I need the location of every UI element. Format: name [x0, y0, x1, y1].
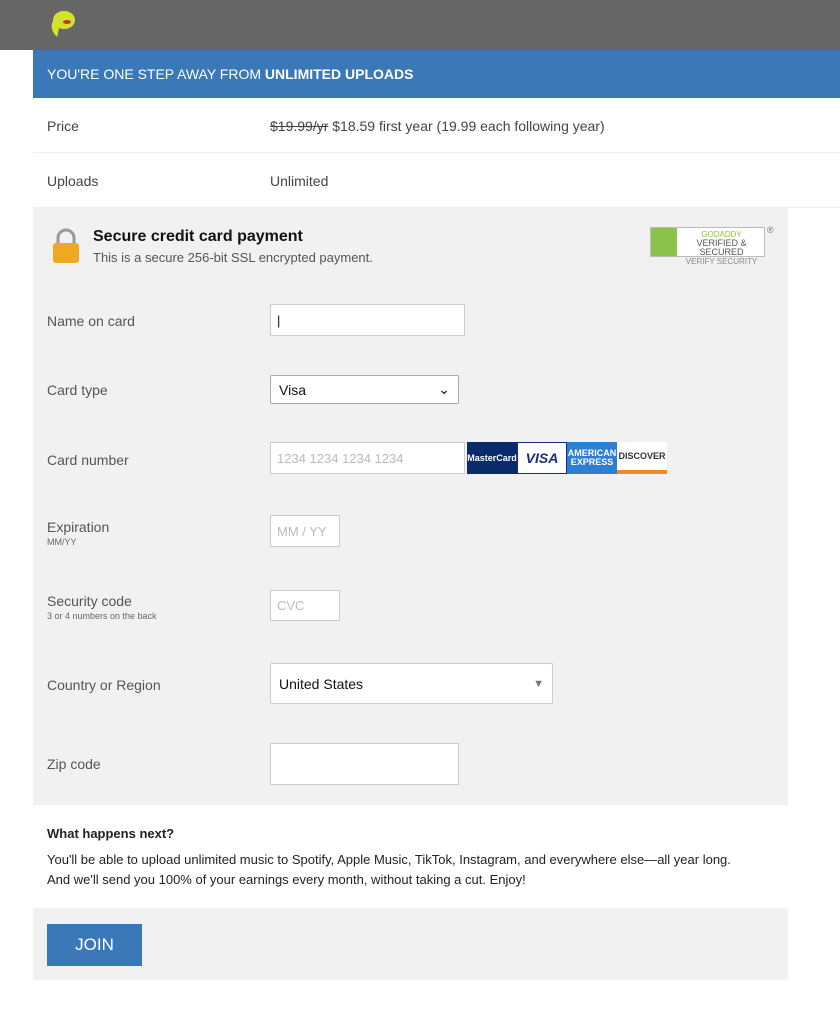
name-label: Name on card [47, 313, 135, 329]
chevron-down-icon: ⌄ [438, 381, 450, 397]
uploads-label: Uploads [47, 173, 99, 189]
card-type-label: Card type [47, 382, 108, 398]
cvc-input[interactable]: CVC [270, 590, 340, 621]
card-logos: MasterCard VISA AMERICAN EXPRESS DISCOVE… [467, 442, 667, 474]
card-number-input[interactable]: 1234 1234 1234 1234 [270, 442, 465, 474]
amex-icon: AMERICAN EXPRESS [567, 442, 617, 474]
payment-panel: Secure credit card payment This is a sec… [33, 208, 788, 805]
card-type-value: Visa [279, 381, 306, 398]
join-button[interactable]: JOIN [47, 924, 142, 966]
caret-down-icon: ▼ [533, 677, 544, 690]
card-type-select[interactable]: Visa ⌄ [270, 375, 459, 404]
card-number-label: Card number [47, 452, 129, 468]
country-select[interactable]: United States ▼ [270, 663, 553, 704]
expiration-text: Expiration [47, 519, 110, 535]
registered-mark: ® [767, 225, 774, 235]
badge-sub: VERIFY SECURITY [685, 257, 758, 266]
logo-icon[interactable] [47, 9, 77, 41]
security-code-label: Security code 3 or 4 numbers on the back [47, 593, 157, 621]
country-value: United States [279, 675, 364, 692]
price-label: Price [47, 118, 79, 134]
next-line-1: You'll be able to upload unlimited music… [47, 852, 731, 867]
country-label: Country or Region [47, 677, 161, 693]
cvc-placeholder: CVC [277, 598, 305, 613]
uploads-row: Uploads Unlimited [33, 153, 840, 208]
what-happens-next: What happens next? You'll be able to upl… [47, 826, 731, 890]
new-price: $18.59 first year (19.99 each following … [328, 118, 605, 134]
secure-title: Secure credit card payment [93, 228, 303, 245]
promo-banner: YOU'RE ONE STEP AWAY FROM UNLIMITED UPLO… [33, 50, 840, 98]
price-row: Price $19.99/yr $18.59 first year (19.99… [33, 98, 840, 153]
expiration-input[interactable]: MM / YY [270, 515, 340, 547]
expiration-label: Expiration MM/YY [47, 519, 109, 547]
shield-lock-icon [651, 228, 677, 256]
banner-text: YOU'RE ONE STEP AWAY FROM [47, 66, 265, 82]
name-on-card-input[interactable]: | [270, 304, 465, 336]
banner-highlight: UNLIMITED UPLOADS [264, 66, 414, 82]
security-text: Security code [47, 593, 132, 609]
zip-input[interactable] [270, 743, 459, 785]
lock-icon [53, 228, 79, 263]
next-title: What happens next? [47, 826, 175, 841]
secure-subtitle: This is a secure 256-bit SSL encrypted p… [93, 250, 373, 265]
badge-main: VERIFIED & SECURED [696, 238, 747, 257]
godaddy-badge[interactable]: GODADDY VERIFIED & SECURED VERIFY SECURITY [650, 227, 765, 266]
next-line-2: And we'll send you 100% of your earnings… [47, 872, 526, 887]
expiration-hint: MM/YY [47, 537, 77, 547]
visa-icon: VISA [517, 442, 567, 474]
mastercard-icon: MasterCard [467, 442, 517, 474]
uploads-value: Unlimited [270, 173, 329, 189]
security-hint: 3 or 4 numbers on the back [47, 611, 157, 621]
zip-label: Zip code [47, 756, 101, 772]
join-bar: JOIN [33, 908, 788, 980]
card-number-placeholder: 1234 1234 1234 1234 [277, 450, 404, 466]
old-price: $19.99/yr [270, 118, 329, 134]
discover-icon: DISCOVER [617, 442, 667, 474]
expiration-placeholder: MM / YY [277, 523, 327, 539]
top-bar [0, 0, 840, 50]
price-value: $19.99/yr $18.59 first year (19.99 each … [270, 118, 605, 134]
